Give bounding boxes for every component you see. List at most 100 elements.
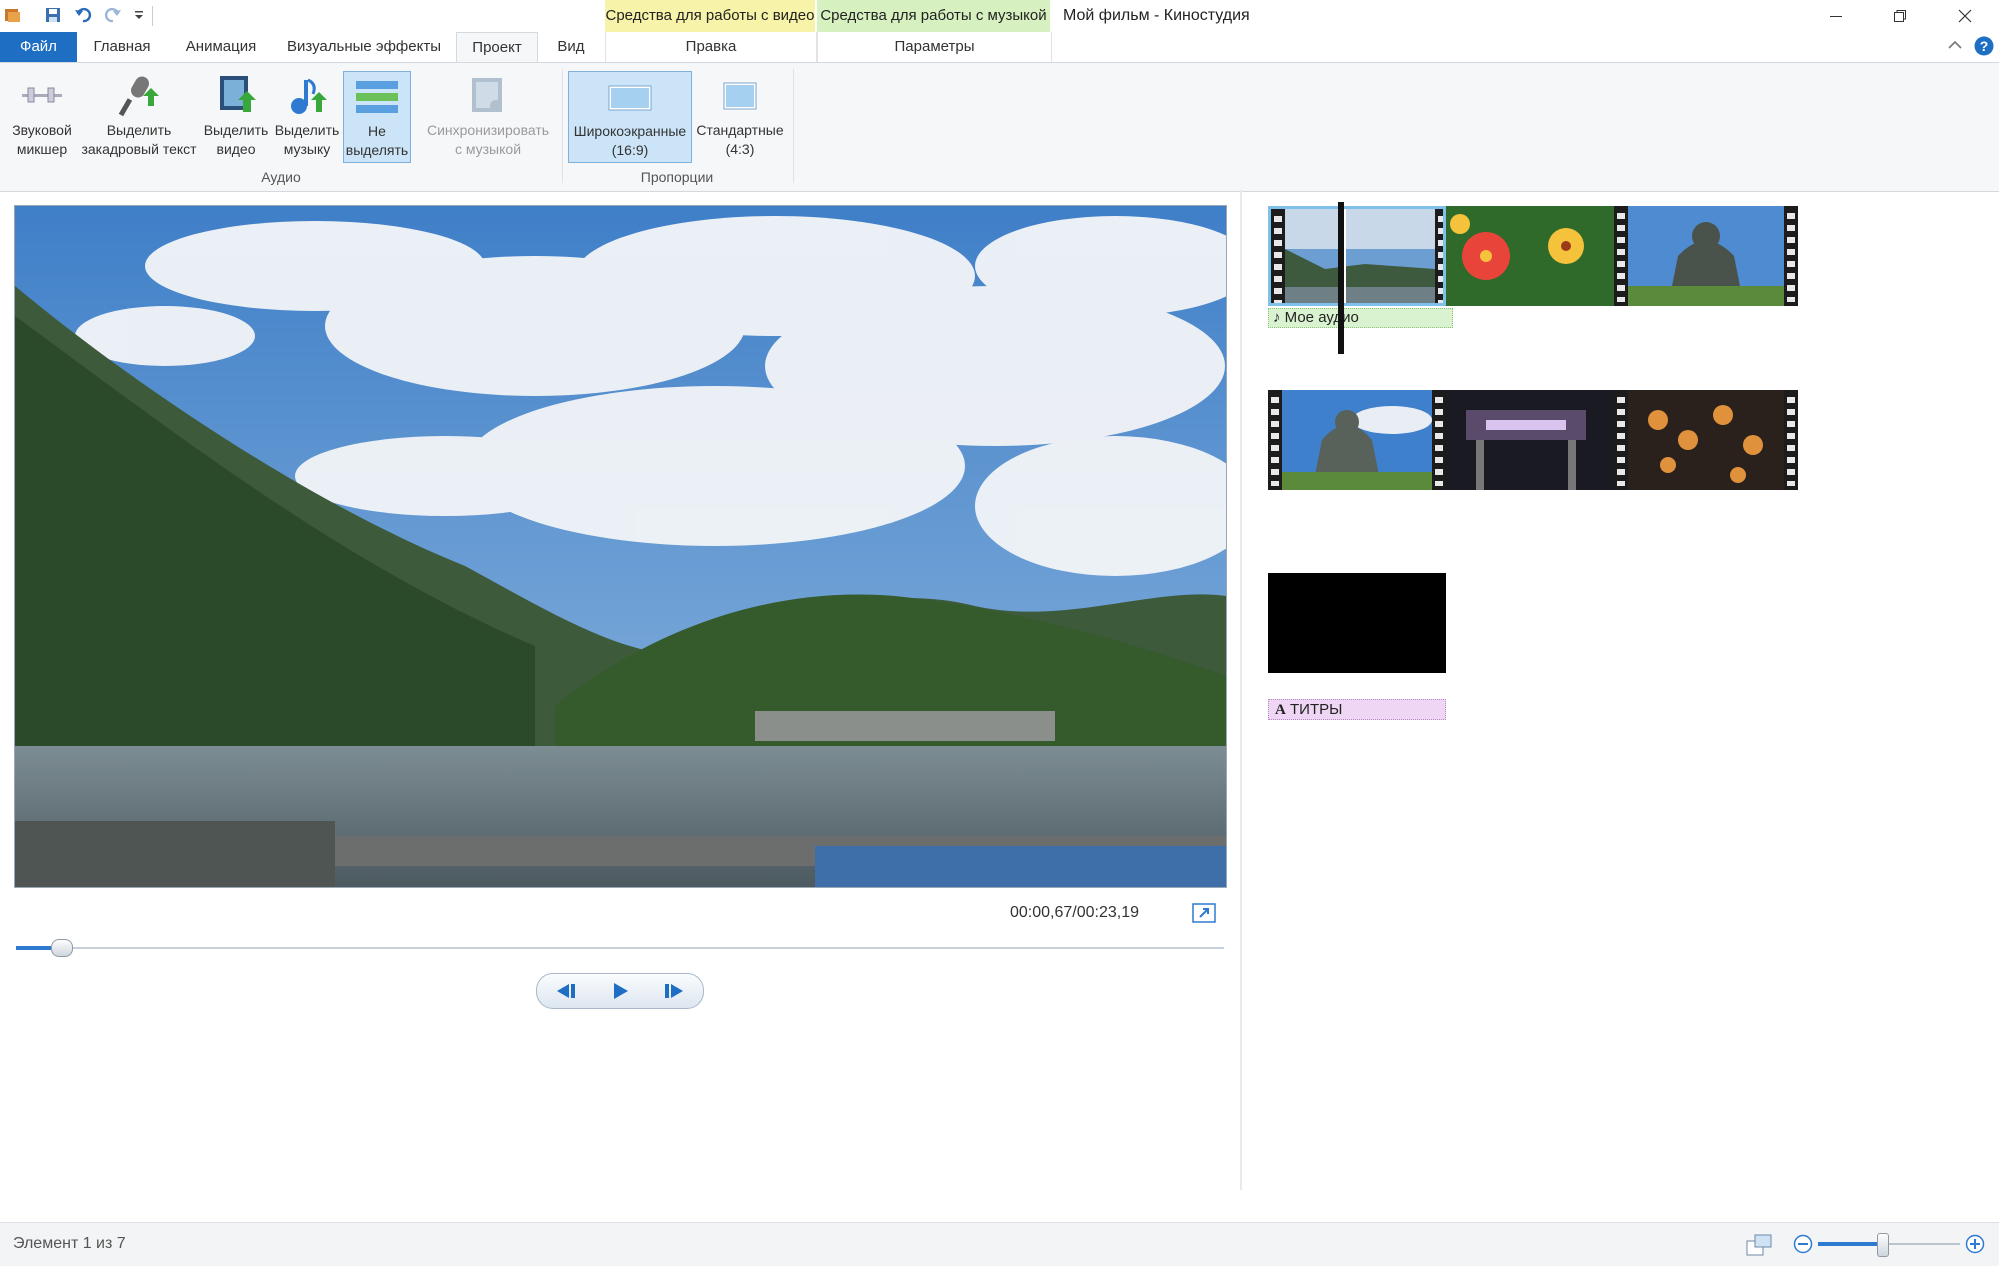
zoom-fill: [1818, 1242, 1882, 1246]
previous-frame-button[interactable]: [539, 974, 593, 1008]
emphasize-narration-label-1: Выделить: [106, 122, 172, 138]
tab-file[interactable]: Файл: [0, 32, 77, 62]
time-display: 00:00,67/00:23,19: [1010, 904, 1140, 921]
ribbon-panel: Звуковой микшер Выделить закадровый текс…: [0, 62, 1999, 192]
clip-1-selected[interactable]: [1268, 206, 1446, 306]
widescreen-label-1: Широкоэкранные: [573, 123, 687, 139]
emphasize-music-button[interactable]: Выделить музыку: [272, 71, 342, 163]
clip-6-thumbnail: [1628, 390, 1784, 490]
emphasize-music-label-1: Выделить: [274, 122, 340, 138]
audio-track-bar[interactable]: ♪ Мое аудио: [1268, 308, 1453, 328]
emphasize-video-button[interactable]: Выделить видео: [200, 71, 272, 163]
music-note-small-icon: ♪: [1273, 309, 1281, 326]
standard-label-1: Стандартные: [696, 122, 784, 138]
save-icon[interactable]: [42, 4, 64, 26]
widescreen-label-2: (16:9): [611, 142, 649, 158]
zoom-slider[interactable]: [1818, 1233, 1960, 1257]
film-sprocket: [1614, 390, 1628, 490]
tab-animation[interactable]: Анимация: [174, 32, 268, 62]
emphasize-narration-button[interactable]: Выделить закадровый текст: [80, 71, 198, 163]
music-tools-label: Средства для работы с музыкой: [820, 7, 1047, 24]
sync-music-icon: [418, 71, 558, 121]
clip-5-thumbnail: [1446, 390, 1614, 490]
seek-thumb[interactable]: [51, 939, 74, 957]
storyboard-row-1: ♪ Мое аудио: [1268, 202, 1808, 354]
qat-separator: [152, 6, 153, 26]
tab-edit[interactable]: Правка: [605, 32, 817, 62]
preview-frame-image: [15, 206, 1226, 887]
clip-2[interactable]: [1446, 206, 1628, 306]
minimize-button[interactable]: [1806, 0, 1866, 32]
caption-track-bar[interactable]: A ТИТРЫ: [1268, 699, 1446, 720]
video-tools-context-header: Средства для работы с видео: [605, 0, 815, 32]
zoom-in-icon[interactable]: [1965, 1234, 1985, 1254]
status-bar: Элемент 1 из 7: [0, 1222, 1999, 1266]
clip-4-thumbnail: [1282, 390, 1432, 490]
help-icon[interactable]: ?: [1974, 36, 1994, 56]
caption-a-icon: A: [1275, 702, 1286, 718]
pane-splitter[interactable]: [1240, 190, 1242, 1190]
video-tools-label: Средства для работы с видео: [605, 7, 815, 24]
tab-project[interactable]: Проект: [456, 32, 538, 64]
playback-controls: [536, 973, 704, 1009]
thumbnail-size-icon[interactable]: [1745, 1233, 1773, 1257]
playhead[interactable]: [1338, 202, 1344, 354]
emphasize-music-label-2: музыку: [283, 141, 331, 157]
clip-5[interactable]: [1446, 390, 1628, 490]
no-emphasis-label-2: выделять: [345, 142, 409, 158]
play-button[interactable]: [593, 974, 647, 1008]
seek-fill: [16, 946, 52, 950]
standard-label-2: (4:3): [725, 141, 755, 157]
tab-home[interactable]: Главная: [82, 32, 162, 62]
customize-qat-icon[interactable]: [128, 4, 150, 26]
video-film-icon: [200, 71, 272, 121]
standard-screen-icon: [694, 71, 786, 121]
minimize-icon: [1830, 16, 1842, 17]
video-preview[interactable]: [14, 205, 1227, 888]
redo-icon[interactable]: [102, 4, 124, 26]
group-separator: [562, 69, 563, 183]
tab-options[interactable]: Параметры: [817, 32, 1052, 62]
tab-visual-effects[interactable]: Визуальные эффекты: [282, 32, 446, 62]
emphasize-video-label-2: видео: [216, 141, 256, 157]
sync-to-music-label-2: с музыкой: [454, 141, 522, 157]
equal-bars-icon: [344, 72, 410, 122]
zoom-out-icon[interactable]: [1793, 1234, 1813, 1254]
no-emphasis-button[interactable]: Не выделять: [343, 71, 411, 163]
clip-3-thumbnail: [1628, 206, 1784, 306]
clip-2-thumbnail: [1446, 206, 1614, 306]
group-separator: [793, 69, 794, 183]
tab-view[interactable]: Вид: [546, 32, 596, 62]
mixer-icon: [4, 71, 80, 121]
clip-3[interactable]: [1628, 206, 1798, 306]
audio-group-label: Аудио: [261, 169, 301, 185]
next-frame-button[interactable]: [647, 974, 701, 1008]
widescreen-button[interactable]: Широкоэкранные (16:9): [568, 71, 692, 163]
clip-7-title-card[interactable]: [1268, 573, 1446, 673]
film-sprocket: [1432, 390, 1446, 490]
film-sprocket: [1435, 209, 1443, 303]
play-icon: [614, 983, 628, 999]
emphasize-video-label-1: Выделить: [203, 122, 269, 138]
restore-button[interactable]: [1870, 0, 1930, 32]
seek-slider[interactable]: [16, 939, 1224, 957]
clip-6[interactable]: [1628, 390, 1798, 490]
widescreen-icon: [569, 72, 691, 122]
sound-mixer-button[interactable]: Звуковой микшер: [4, 71, 80, 163]
sync-to-music-label-1: Синхронизировать: [426, 122, 550, 138]
aspect-group-label: Пропорции: [640, 169, 714, 185]
fullscreen-preview-icon[interactable]: [1192, 903, 1216, 923]
next-frame-icon: [665, 984, 683, 998]
zoom-thumb[interactable]: [1876, 1233, 1889, 1257]
clip-4[interactable]: [1268, 390, 1446, 490]
collapse-ribbon-icon[interactable]: [1946, 36, 1964, 54]
sync-to-music-button[interactable]: Синхронизировать с музыкой: [418, 71, 558, 163]
close-icon: [1958, 9, 1972, 23]
standard-button[interactable]: Стандартные (4:3): [694, 71, 786, 163]
storyboard-row-2: [1268, 390, 1808, 490]
app-icon[interactable]: [2, 4, 24, 26]
caption-track-label: ТИТРЫ: [1290, 701, 1343, 718]
undo-icon[interactable]: [72, 4, 94, 26]
close-button[interactable]: [1935, 0, 1995, 32]
microphone-icon: [80, 71, 198, 121]
